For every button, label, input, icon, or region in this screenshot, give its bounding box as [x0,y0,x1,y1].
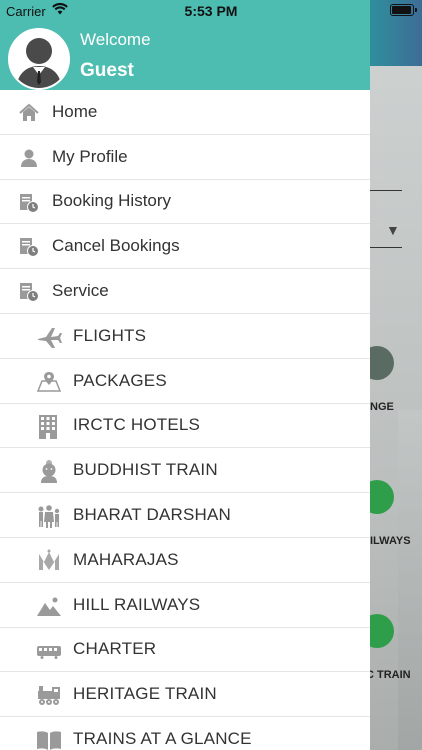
menu-item-service[interactable]: Service [0,269,370,314]
avatar[interactable] [8,28,70,90]
menu-item-home[interactable]: Home [0,90,370,135]
menu-item-label: Service [52,281,109,301]
user-name: Guest [80,60,134,81]
service-item-heritage-train[interactable]: HERITAGE TRAIN [0,672,370,718]
cancel-bookings-icon [18,236,40,258]
book-icon [36,727,62,750]
menu-item-booking-history[interactable]: Booking History [0,180,370,225]
background-service-icon [370,480,394,514]
service-item-flights[interactable]: FLIGHTS [0,314,370,359]
background-app: ▼ NGE ILWAYS C TRAIN [370,0,422,750]
service-item-label: PACKAGES [73,370,167,390]
mountain-icon [36,593,62,619]
booking-history-icon [18,192,40,214]
service-item-buddhist-train[interactable]: BUDDHIST TRAIN [0,448,370,494]
menu-item-label: Cancel Bookings [52,236,180,256]
people-group-icon [36,503,62,529]
status-bar: Carrier 5:53 PM [0,0,422,22]
background-divider [370,190,402,191]
service-item-trains-at-a-glance[interactable]: TRAINS AT A GLANCE [0,717,370,750]
service-item-irctc-hotels[interactable]: IRCTC HOTELS [0,404,370,449]
menu-item-cancel-bookings[interactable]: Cancel Bookings [0,224,370,270]
background-service-icon [370,614,394,648]
service-item-label: FLIGHTS [73,325,147,345]
maharajas-logo-icon [36,548,62,574]
service-item-label: CHARTER [73,639,157,659]
service-item-maharajas[interactable]: MAHARAJAS [0,538,370,583]
background-service-label: ILWAYS [370,535,411,547]
background-service-icon [370,346,394,380]
buddha-icon [36,458,62,484]
service-item-charter[interactable]: CHARTER [0,628,370,673]
clock: 5:53 PM [184,3,238,19]
service-item-bharat-darshan[interactable]: BHARAT DARSHAN [0,493,370,538]
service-item-label: HILL RAILWAYS [73,594,201,614]
service-item-label: HERITAGE TRAIN [73,684,217,704]
service-icon [18,281,40,303]
menu-item-my-profile[interactable]: My Profile [0,135,370,180]
menu-item-label: My Profile [52,146,128,166]
dropdown-caret-icon: ▼ [386,222,400,238]
menu-item-label: Booking History [52,191,172,211]
user-avatar-icon [10,30,68,88]
menu-item-label: Home [52,101,98,121]
background-image [398,410,422,750]
airplane-icon [36,324,62,350]
navigation-drawer: Welcome Guest Home My Profile Booking Hi… [0,0,370,750]
home-icon [18,102,40,124]
train-coach-icon [36,638,62,664]
service-item-label: MAHARAJAS [73,549,179,569]
steam-engine-icon [36,682,62,708]
service-item-label: TRAINS AT A GLANCE [73,729,252,749]
background-service-label: C TRAIN [370,669,411,681]
hotel-building-icon [36,414,62,440]
welcome-text: Welcome [80,30,151,49]
background-service-label: NGE [370,401,394,413]
battery-icon [390,4,417,16]
map-pin-icon [36,369,62,395]
service-item-label: BUDDHIST TRAIN [73,460,218,480]
service-item-hill-railways[interactable]: HILL RAILWAYS [0,583,370,628]
service-item-label: BHARAT DARSHAN [73,505,232,525]
drawer-menu: Home My Profile Booking History Cancel B… [0,90,370,750]
background-divider [370,247,402,248]
service-item-packages[interactable]: PACKAGES [0,359,370,404]
service-item-label: IRCTC HOTELS [73,415,201,435]
profile-icon [18,147,40,169]
